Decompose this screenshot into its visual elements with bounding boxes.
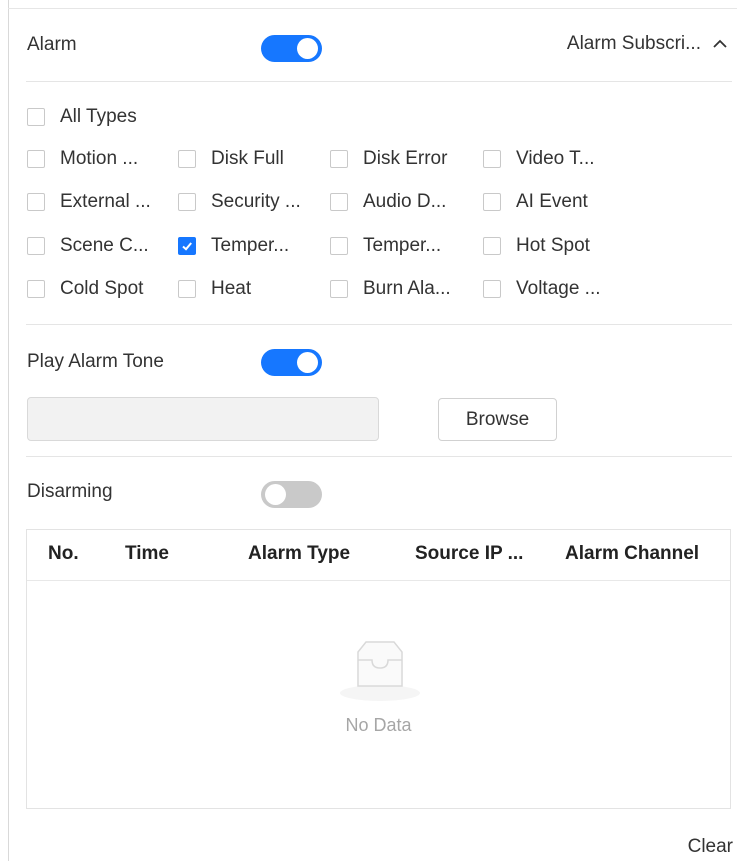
empty-state-text: No Data — [345, 715, 412, 735]
divider — [26, 456, 732, 457]
checkbox-motion-detection[interactable]: Motion ... — [27, 148, 138, 170]
checkbox-label: Temper... — [211, 235, 290, 256]
checkbox-scene-change[interactable]: Scene C... — [27, 235, 149, 257]
alarm-toggle[interactable] — [261, 35, 322, 62]
checkbox-label: Scene C... — [60, 235, 149, 256]
checkbox-disk-full[interactable]: Disk Full — [178, 148, 284, 170]
checkbox-voltage[interactable]: Voltage ... — [483, 278, 601, 300]
clear-button[interactable]: Clear — [688, 836, 733, 858]
checkbox-label: Heat — [211, 278, 252, 299]
divider — [26, 81, 732, 82]
checkbox-box[interactable] — [27, 108, 45, 126]
column-header-alarm-type: Alarm Type — [248, 543, 351, 564]
panel-top-border — [8, 8, 737, 9]
divider — [26, 324, 732, 325]
checkbox-cold-spot[interactable]: Cold Spot — [27, 278, 143, 300]
column-header-time: Time — [125, 543, 170, 564]
checkbox-label: All Types — [60, 106, 137, 127]
checkbox-disk-error[interactable]: Disk Error — [330, 148, 447, 170]
checkbox-label: Disk Full — [211, 148, 284, 169]
checkbox-label: Hot Spot — [516, 235, 590, 256]
empty-inbox-icon — [340, 641, 420, 701]
checkbox-burn-alarm[interactable]: Burn Ala... — [330, 278, 451, 300]
checkbox-security-exception[interactable]: Security ... — [178, 191, 301, 213]
checkbox-label: Video T... — [516, 148, 595, 169]
alarm-tone-file-input[interactable] — [27, 397, 379, 441]
checkbox-box[interactable] — [483, 280, 501, 298]
play-alarm-tone-label: Play Alarm Tone — [27, 351, 164, 372]
checkbox-box[interactable] — [27, 280, 45, 298]
checkbox-box[interactable] — [330, 237, 348, 255]
toggle-knob — [265, 484, 286, 505]
checkbox-hot-spot[interactable]: Hot Spot — [483, 235, 590, 257]
check-icon — [182, 242, 192, 251]
checkbox-label: Temper... — [363, 235, 442, 256]
checkbox-label: Disk Error — [363, 148, 448, 169]
checkbox-label: Voltage ... — [516, 278, 601, 299]
alarm-subscription-collapse[interactable]: Alarm Subscri... — [567, 33, 729, 55]
column-header-source-ip: Source IP ... — [415, 543, 524, 564]
checkbox-box[interactable] — [483, 237, 501, 255]
alarm-subscription-label: Alarm Subscri... — [566, 33, 701, 54]
checkbox-all-types[interactable]: All Types — [27, 106, 137, 128]
checkbox-box[interactable] — [178, 280, 196, 298]
checkbox-box[interactable] — [483, 150, 501, 168]
alarm-label: Alarm — [27, 34, 77, 55]
checkbox-audio-detection[interactable]: Audio D... — [330, 191, 446, 213]
disarming-label: Disarming — [27, 481, 113, 502]
checkbox-label: Audio D... — [363, 191, 447, 212]
chevron-up-icon — [713, 39, 727, 48]
browse-button[interactable]: Browse — [438, 398, 557, 441]
panel-left-border — [8, 0, 9, 861]
checkbox-label: AI Event — [516, 191, 588, 212]
checkbox-box-checked[interactable] — [178, 237, 196, 255]
checkbox-box[interactable] — [330, 280, 348, 298]
checkbox-label: Burn Ala... — [363, 278, 451, 299]
checkbox-box[interactable] — [330, 150, 348, 168]
checkbox-box[interactable] — [27, 237, 45, 255]
checkbox-label: External ... — [60, 191, 151, 212]
checkbox-box[interactable] — [330, 193, 348, 211]
checkbox-ai-event[interactable]: AI Event — [483, 191, 588, 213]
checkbox-box[interactable] — [178, 193, 196, 211]
alarm-log-table: No. Time Alarm Type Source IP ... Alarm … — [26, 529, 731, 809]
checkbox-box[interactable] — [483, 193, 501, 211]
play-alarm-tone-toggle[interactable] — [261, 349, 322, 376]
checkbox-box[interactable] — [27, 150, 45, 168]
checkbox-temperature-2[interactable]: Temper... — [330, 235, 441, 257]
checkbox-external-alarm[interactable]: External ... — [27, 191, 151, 213]
checkbox-box[interactable] — [27, 193, 45, 211]
checkbox-box[interactable] — [178, 150, 196, 168]
column-header-alarm-channel: Alarm Channel — [565, 543, 700, 564]
checkbox-label: Cold Spot — [60, 278, 144, 299]
checkbox-label: Motion ... — [60, 148, 139, 169]
checkbox-heat[interactable]: Heat — [178, 278, 251, 300]
table-header: No. Time Alarm Type Source IP ... Alarm … — [27, 530, 730, 581]
toggle-knob — [297, 38, 318, 59]
checkbox-temperature-1[interactable]: Temper... — [178, 235, 289, 257]
toggle-knob — [297, 352, 318, 373]
disarming-toggle[interactable] — [261, 481, 322, 508]
column-header-no: No. — [48, 543, 79, 564]
checkbox-video-tampering[interactable]: Video T... — [483, 148, 595, 170]
checkbox-label: Security ... — [211, 191, 301, 212]
